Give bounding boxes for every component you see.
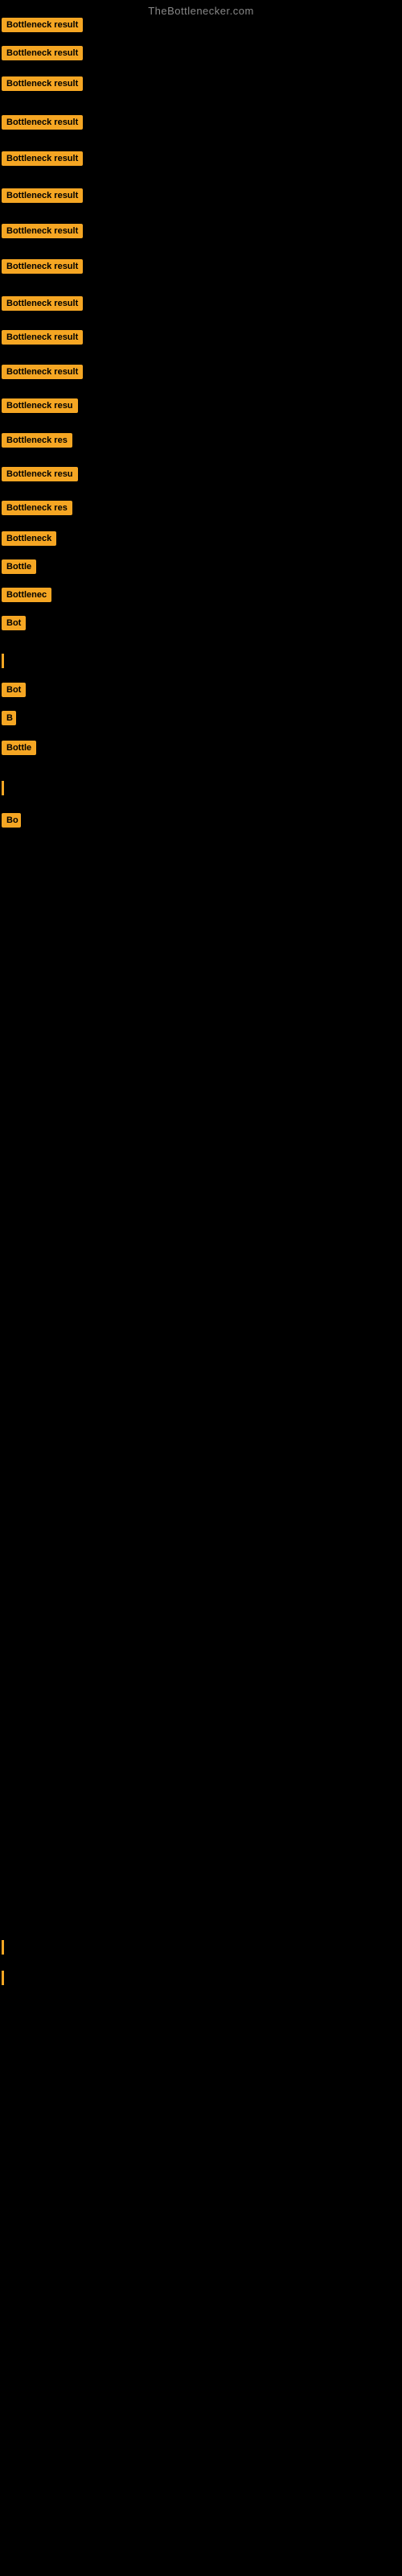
bottleneck-badge-13[interactable]: Bottleneck res [2,433,72,448]
bottleneck-result-row-9[interactable]: Bottleneck result [2,296,83,315]
page-container: TheBottlenecker.com Bottleneck resultBot… [0,0,402,2576]
bottleneck-result-row-1[interactable]: Bottleneck result [2,18,83,36]
bottleneck-result-row-4[interactable]: Bottleneck result [2,115,83,134]
bottleneck-result-row-8[interactable]: Bottleneck result [2,259,83,278]
bottleneck-badge-14[interactable]: Bottleneck resu [2,467,78,481]
bottleneck-result-row-21[interactable]: Bot [2,683,26,701]
bottleneck-line-20 [2,654,4,668]
bottleneck-result-row-13[interactable]: Bottleneck res [2,433,72,452]
bottleneck-result-row-5[interactable]: Bottleneck result [2,151,83,170]
bottleneck-badge-15[interactable]: Bottleneck res [2,501,72,515]
bottleneck-badge-25[interactable]: Bo [2,813,21,828]
bottleneck-result-row-22[interactable]: B [2,711,16,729]
bottleneck-badge-2[interactable]: Bottleneck result [2,46,83,60]
bottleneck-result-row-6[interactable]: Bottleneck result [2,188,83,207]
bottleneck-result-row-7[interactable]: Bottleneck result [2,224,83,242]
bottleneck-badge-5[interactable]: Bottleneck result [2,151,83,166]
bottleneck-result-row-3[interactable]: Bottleneck result [2,76,83,95]
bottleneck-result-row-10[interactable]: Bottleneck result [2,330,83,349]
bottleneck-badge-8[interactable]: Bottleneck result [2,259,83,274]
bottleneck-badge-23[interactable]: Bottle [2,741,36,755]
bottleneck-badge-17[interactable]: Bottle [2,559,36,574]
bottleneck-line-27 [2,1971,4,1985]
bottleneck-result-row-2[interactable]: Bottleneck result [2,46,83,64]
bottleneck-badge-11[interactable]: Bottleneck result [2,365,83,379]
bottleneck-badge-19[interactable]: Bot [2,616,26,630]
bottleneck-result-row-14[interactable]: Bottleneck resu [2,467,78,485]
bottleneck-badge-4[interactable]: Bottleneck result [2,115,83,130]
bottleneck-result-row-25[interactable]: Bo [2,813,21,832]
bottleneck-badge-1[interactable]: Bottleneck result [2,18,83,32]
bottleneck-result-row-18[interactable]: Bottlenec [2,588,51,606]
bottleneck-badge-3[interactable]: Bottleneck result [2,76,83,91]
bottleneck-badge-10[interactable]: Bottleneck result [2,330,83,345]
bottleneck-result-row-16[interactable]: Bottleneck [2,531,56,550]
bottleneck-result-row-17[interactable]: Bottle [2,559,36,578]
bottleneck-badge-7[interactable]: Bottleneck result [2,224,83,238]
bottleneck-result-row-12[interactable]: Bottleneck resu [2,398,78,417]
bottleneck-badge-16[interactable]: Bottleneck [2,531,56,546]
bottleneck-result-row-23[interactable]: Bottle [2,741,36,759]
bottleneck-result-row-15[interactable]: Bottleneck res [2,501,72,519]
bottleneck-line-26 [2,1940,4,1955]
bottleneck-badge-9[interactable]: Bottleneck result [2,296,83,311]
bottleneck-badge-6[interactable]: Bottleneck result [2,188,83,203]
bottleneck-badge-21[interactable]: Bot [2,683,26,697]
bottleneck-badge-12[interactable]: Bottleneck resu [2,398,78,413]
bottleneck-badge-18[interactable]: Bottlenec [2,588,51,602]
bottleneck-line-24 [2,781,4,795]
bottleneck-badge-22[interactable]: B [2,711,16,725]
bottleneck-result-row-11[interactable]: Bottleneck result [2,365,83,383]
bottleneck-result-row-19[interactable]: Bot [2,616,26,634]
